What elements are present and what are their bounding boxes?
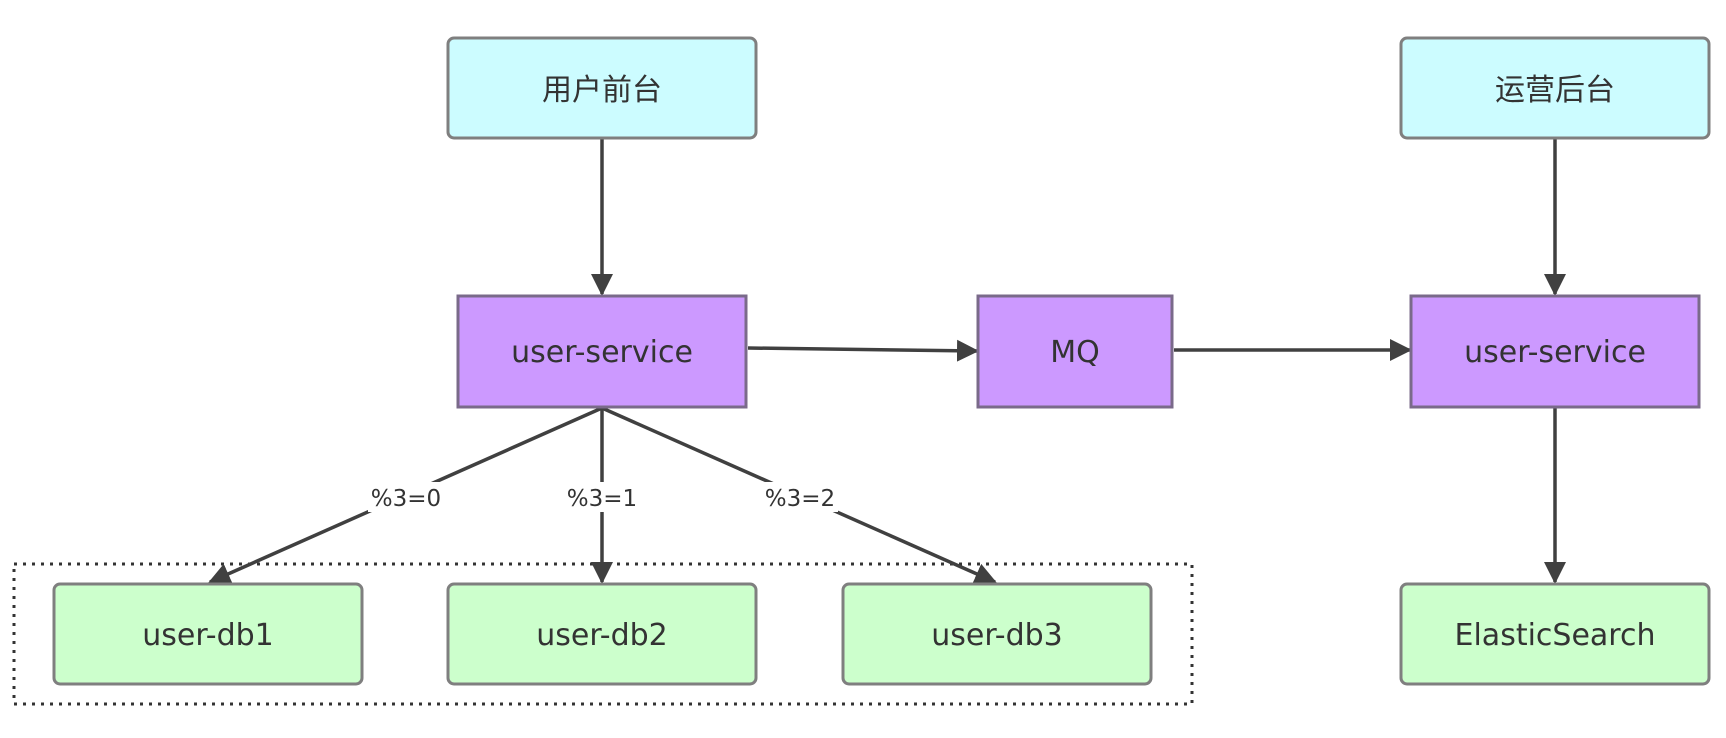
edge-label-mod1: %3=1 bbox=[567, 486, 637, 512]
node-user-db2[interactable]: user-db2 bbox=[446, 582, 758, 686]
node-user-service-left[interactable]: user-service bbox=[456, 294, 748, 409]
edge-label-mod2: %3=2 bbox=[765, 486, 835, 512]
node-elasticsearch-label: ElasticSearch bbox=[1455, 618, 1656, 653]
node-frontend[interactable]: 用户前台 bbox=[446, 36, 758, 140]
node-user-service-right-label: user-service bbox=[1464, 335, 1646, 370]
node-user-db3-label: user-db3 bbox=[931, 618, 1063, 653]
node-user-db1-label: user-db1 bbox=[142, 618, 274, 653]
edge-label-mod0: %3=0 bbox=[371, 486, 441, 512]
edges bbox=[208, 139, 1566, 584]
edge-user-service-to-mq bbox=[747, 339, 979, 362]
node-elasticsearch[interactable]: ElasticSearch bbox=[1399, 582, 1711, 686]
node-frontend-label: 用户前台 bbox=[542, 73, 662, 108]
node-user-service-right[interactable]: user-service bbox=[1409, 294, 1701, 409]
node-user-db3[interactable]: user-db3 bbox=[841, 582, 1153, 686]
node-ops-label: 运营后台 bbox=[1495, 73, 1615, 108]
node-mq-label: MQ bbox=[1050, 335, 1100, 370]
architecture-diagram: %3=0 %3=1 %3=2 用户前台 运营后台 user-service MQ bbox=[12, 36, 1711, 706]
node-user-service-left-label: user-service bbox=[511, 335, 693, 370]
node-ops[interactable]: 运营后台 bbox=[1399, 36, 1711, 140]
nodes: 用户前台 运营后台 user-service MQ user-service u… bbox=[52, 36, 1711, 686]
node-user-db2-label: user-db2 bbox=[536, 618, 668, 653]
node-mq[interactable]: MQ bbox=[976, 294, 1174, 409]
node-user-db1[interactable]: user-db1 bbox=[52, 582, 364, 686]
edge-labels: %3=0 %3=1 %3=2 bbox=[368, 482, 838, 512]
